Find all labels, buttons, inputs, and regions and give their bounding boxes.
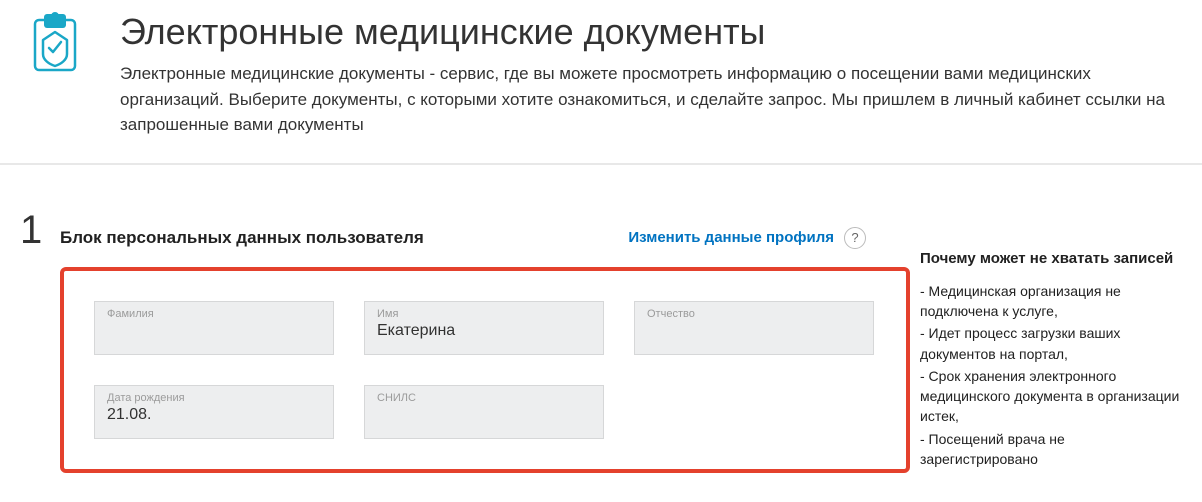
name-value: Екатерина: [377, 322, 591, 340]
help-icon[interactable]: ?: [844, 227, 866, 249]
surname-label: Фамилия: [107, 308, 321, 320]
snils-field[interactable]: СНИЛС: [364, 385, 604, 439]
sidebar-item: - Срок хранения электронного медицинског…: [920, 366, 1185, 427]
snils-label: СНИЛС: [377, 392, 591, 404]
page-subtitle: Электронные медицинские документы - серв…: [120, 61, 1182, 138]
edit-profile-link[interactable]: Изменить данные профиля: [628, 229, 834, 246]
sidebar-item: - Посещений врача не зарегистрировано: [920, 429, 1185, 470]
birthdate-field[interactable]: Дата рождения 21.08.: [94, 385, 334, 439]
personal-data-block: Фамилия Имя Екатерина Отчество Дата рожд…: [60, 267, 910, 473]
sidebar-title: Почему может не хватать записей: [920, 250, 1185, 267]
sidebar-info: Почему может не хватать записей - Медици…: [920, 250, 1185, 472]
section-title: Блок персональных данных пользователя: [60, 228, 424, 248]
sidebar-item: - Медицинская организация не подключена …: [920, 281, 1185, 322]
medical-document-icon: [20, 10, 90, 80]
page-title: Электронные медицинские документы: [120, 10, 1182, 53]
step-number: 1: [20, 210, 60, 250]
page-header: Электронные медицинские документы Электр…: [0, 0, 1202, 165]
sidebar-reasons-list: - Медицинская организация не подключена …: [920, 281, 1185, 470]
patronymic-label: Отчество: [647, 308, 861, 320]
birthdate-label: Дата рождения: [107, 392, 321, 404]
section-header: Блок персональных данных пользователя Из…: [60, 227, 866, 249]
sidebar-item: - Идет процесс загрузки ваших документов…: [920, 323, 1185, 364]
birthdate-value: 21.08.: [107, 406, 321, 424]
name-label: Имя: [377, 308, 591, 320]
patronymic-field[interactable]: Отчество: [634, 301, 874, 355]
name-field[interactable]: Имя Екатерина: [364, 301, 604, 355]
surname-field[interactable]: Фамилия: [94, 301, 334, 355]
